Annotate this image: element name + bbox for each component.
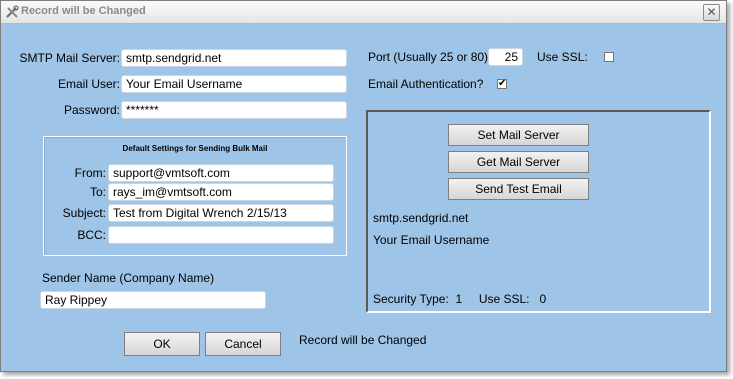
server-info-text: smtp.sendgrid.net <box>373 211 469 225</box>
status-text: Record will be Changed <box>299 333 427 347</box>
use-ssl-checkbox[interactable] <box>604 52 614 62</box>
send-test-email-button[interactable]: Send Test Email <box>448 178 589 200</box>
from-label: From: <box>74 166 106 180</box>
default-settings-title: Default Settings for Sending Bulk Mail <box>122 144 268 153</box>
subject-input[interactable]: Test from Digital Wrench 2/15/13 <box>108 204 334 222</box>
password-input[interactable]: ******* <box>121 101 347 119</box>
email-auth-label: Email Authentication? <box>368 77 484 91</box>
email-user-label: Email User: <box>57 77 120 91</box>
email-user-input[interactable]: Your Email Username <box>121 75 347 93</box>
security-info-text: Security Type: 1 Use SSL: 0 <box>373 292 547 306</box>
email-auth-checkbox[interactable]: ✔ <box>497 79 507 89</box>
close-icon: ✕ <box>706 5 717 19</box>
from-input[interactable]: support@vmtsoft.com <box>108 164 334 182</box>
set-mail-server-button[interactable]: Set Mail Server <box>448 124 589 146</box>
smtp-server-label: SMTP Mail Server: <box>19 51 120 65</box>
sender-name-input[interactable]: Ray Rippey <box>40 291 266 309</box>
subject-label: Subject: <box>62 206 106 220</box>
tools-icon <box>6 5 19 18</box>
password-label: Password: <box>63 103 120 117</box>
to-input[interactable]: rays_im@vmtsoft.com <box>108 183 334 201</box>
port-input[interactable]: 25 <box>488 48 523 66</box>
use-ssl-label: Use SSL: <box>537 50 588 64</box>
to-label: To: <box>89 185 106 199</box>
close-button[interactable]: ✕ <box>703 4 720 21</box>
window-title: Record will be Changed <box>21 5 146 17</box>
smtp-server-input[interactable]: smtp.sendgrid.net <box>121 49 347 67</box>
cancel-button[interactable]: Cancel <box>205 332 281 356</box>
ok-button[interactable]: OK <box>124 332 200 356</box>
port-label: Port (Usually 25 or 80) <box>368 50 489 64</box>
sender-name-label: Sender Name (Company Name) <box>42 271 215 285</box>
title-bar[interactable]: Record will be Changed ✕ <box>1 1 726 24</box>
bcc-label: BCC: <box>77 228 106 242</box>
bcc-input[interactable] <box>108 226 334 244</box>
user-info-text: Your Email Username <box>373 233 490 247</box>
get-mail-server-button[interactable]: Get Mail Server <box>448 151 589 173</box>
